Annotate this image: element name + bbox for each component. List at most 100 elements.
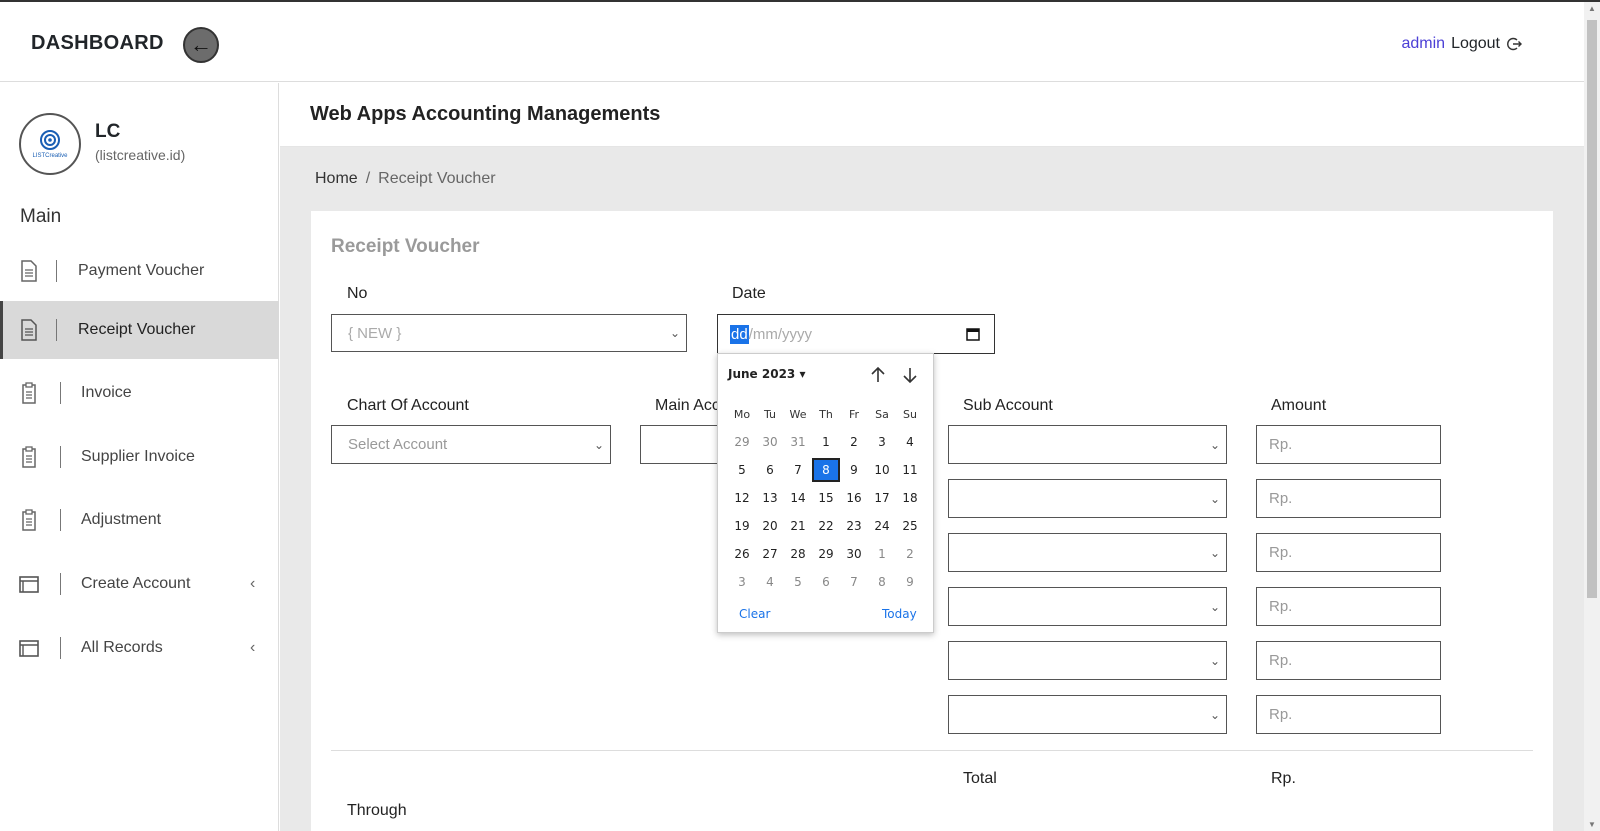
calendar-day[interactable]: 17 bbox=[868, 491, 896, 505]
weekday-label: Sa bbox=[875, 407, 889, 421]
calendar-day[interactable]: 8 bbox=[868, 575, 896, 589]
calendar-day[interactable]: 13 bbox=[756, 491, 784, 505]
arrow-up-icon[interactable] bbox=[869, 366, 887, 384]
nav-separator bbox=[60, 509, 61, 531]
sidebar-item-create-account[interactable]: Create Account ‹ bbox=[0, 555, 279, 613]
sidebar-item-receipt-voucher[interactable]: Receipt Voucher bbox=[0, 301, 279, 359]
calendar-day[interactable]: 7 bbox=[840, 575, 868, 589]
calendar-week-row: 3456789 bbox=[728, 568, 924, 596]
calendar-day[interactable]: 9 bbox=[840, 463, 868, 477]
logout-link[interactable]: Logout bbox=[1451, 35, 1500, 53]
today-button[interactable]: Today bbox=[882, 607, 917, 621]
amount-input[interactable]: Rp. bbox=[1256, 479, 1441, 518]
sidebar-item-adjustment[interactable]: Adjustment bbox=[0, 491, 279, 549]
chevron-left-icon: ‹ bbox=[250, 639, 256, 656]
calendar-day[interactable]: 10 bbox=[868, 463, 896, 477]
chevron-down-icon: ⌄ bbox=[669, 326, 680, 340]
vertical-scrollbar[interactable]: ▲ ▼ bbox=[1584, 2, 1600, 831]
calendar-day[interactable]: 25 bbox=[896, 519, 924, 533]
calendar-day[interactable]: 1 bbox=[812, 435, 840, 449]
sidebar-item-label: Adjustment bbox=[81, 511, 162, 528]
page-title: Web Apps Accounting Managements bbox=[310, 103, 661, 125]
total-label: Total bbox=[963, 770, 997, 787]
calendar-day[interactable]: 2 bbox=[896, 547, 924, 561]
calendar-day-selected[interactable]: 8 bbox=[812, 458, 840, 482]
form-title: Receipt Voucher bbox=[331, 236, 480, 257]
calendar-day[interactable]: 4 bbox=[756, 575, 784, 589]
month-year-label: June 2023 bbox=[728, 367, 796, 381]
date-day-segment[interactable]: dd bbox=[730, 324, 749, 344]
arrow-down-icon[interactable] bbox=[901, 366, 919, 384]
logout-icon[interactable] bbox=[1506, 36, 1522, 52]
amount-input[interactable]: Rp. bbox=[1256, 425, 1441, 464]
calendar-day[interactable]: 22 bbox=[812, 519, 840, 533]
calendar-day[interactable]: 23 bbox=[840, 519, 868, 533]
calendar-day[interactable]: 26 bbox=[728, 547, 756, 561]
date-input[interactable]: dd/mm/yyyy bbox=[717, 314, 995, 354]
sub-account-select[interactable]: ⌄ bbox=[948, 695, 1227, 734]
calendar-day[interactable]: 5 bbox=[784, 575, 812, 589]
sub-account-select[interactable]: ⌄ bbox=[948, 641, 1227, 680]
amount-input[interactable]: Rp. bbox=[1256, 641, 1441, 680]
calendar-day[interactable]: 12 bbox=[728, 491, 756, 505]
sidebar-item-label: Receipt Voucher bbox=[78, 321, 196, 338]
calendar-day[interactable]: 24 bbox=[868, 519, 896, 533]
sub-account-select[interactable]: ⌄ bbox=[948, 533, 1227, 572]
user-name-link[interactable]: admin bbox=[1401, 35, 1445, 53]
amount-placeholder: Rp. bbox=[1269, 544, 1293, 561]
sidebar-item-invoice[interactable]: Invoice bbox=[0, 364, 279, 422]
calendar-day[interactable]: 3 bbox=[728, 575, 756, 589]
amount-placeholder: Rp. bbox=[1269, 598, 1293, 615]
amount-label: Amount bbox=[1271, 397, 1327, 414]
calendar-day[interactable]: 29 bbox=[812, 547, 840, 561]
calendar-day[interactable]: 19 bbox=[728, 519, 756, 533]
calendar-day[interactable]: 7 bbox=[784, 463, 812, 477]
calendar-day[interactable]: 3 bbox=[868, 435, 896, 449]
calendar-day[interactable]: 21 bbox=[784, 519, 812, 533]
sidebar-item-label: Invoice bbox=[81, 384, 132, 401]
amount-input[interactable]: Rp. bbox=[1256, 695, 1441, 734]
sidebar-item-all-records[interactable]: All Records ‹ bbox=[0, 619, 279, 677]
scroll-up-icon[interactable]: ▲ bbox=[1588, 4, 1596, 13]
calendar-day[interactable]: 2 bbox=[840, 435, 868, 449]
calendar-day[interactable]: 31 bbox=[784, 435, 812, 449]
calendar-day[interactable]: 29 bbox=[728, 435, 756, 449]
sub-account-select[interactable]: ⌄ bbox=[948, 479, 1227, 518]
calendar-day[interactable]: 4 bbox=[896, 435, 924, 449]
calendar-day[interactable]: 30 bbox=[756, 435, 784, 449]
sub-account-select[interactable]: ⌄ bbox=[948, 425, 1227, 464]
calendar-day[interactable]: 20 bbox=[756, 519, 784, 533]
sub-account-select[interactable]: ⌄ bbox=[948, 587, 1227, 626]
calendar-day[interactable]: 11 bbox=[896, 463, 924, 477]
main-account-select[interactable] bbox=[640, 425, 718, 464]
calendar-day[interactable]: 18 bbox=[896, 491, 924, 505]
calendar-day[interactable]: 9 bbox=[896, 575, 924, 589]
calendar-day[interactable]: 27 bbox=[756, 547, 784, 561]
weekday-label: Mo bbox=[733, 407, 751, 421]
clipboard-icon bbox=[22, 382, 36, 404]
calendar-day[interactable]: 15 bbox=[812, 491, 840, 505]
calendar-day[interactable]: 6 bbox=[812, 575, 840, 589]
calendar-day[interactable]: 28 bbox=[784, 547, 812, 561]
clear-button[interactable]: Clear bbox=[739, 607, 770, 621]
amount-input[interactable]: Rp. bbox=[1256, 533, 1441, 572]
calendar-day[interactable]: 16 bbox=[840, 491, 868, 505]
amount-input[interactable]: Rp. bbox=[1256, 587, 1441, 626]
calendar-day[interactable]: 5 bbox=[728, 463, 756, 477]
calendar-day[interactable]: 1 bbox=[868, 547, 896, 561]
sidebar-item-payment-voucher[interactable]: Payment Voucher bbox=[0, 242, 279, 300]
scrollbar-thumb[interactable] bbox=[1587, 20, 1597, 598]
calendar-day[interactable]: 14 bbox=[784, 491, 812, 505]
scroll-down-icon[interactable]: ▼ bbox=[1588, 820, 1596, 829]
sidebar-item-supplier-invoice[interactable]: Supplier Invoice bbox=[0, 428, 279, 486]
month-year-select[interactable]: June 2023 ▾ bbox=[728, 367, 805, 381]
calendar-day[interactable]: 30 bbox=[840, 547, 868, 561]
voucher-number-select[interactable]: { NEW } ⌄ bbox=[331, 314, 687, 352]
chart-of-account-select[interactable]: Select Account ⌄ bbox=[331, 425, 611, 464]
calendar-day[interactable]: 6 bbox=[756, 463, 784, 477]
breadcrumb: Home / Receipt Voucher bbox=[315, 170, 496, 188]
sidebar-toggle-button[interactable]: ← bbox=[183, 27, 219, 63]
amount-placeholder: Rp. bbox=[1269, 652, 1293, 669]
breadcrumb-home-link[interactable]: Home bbox=[315, 170, 358, 187]
calendar-icon[interactable] bbox=[966, 327, 980, 341]
